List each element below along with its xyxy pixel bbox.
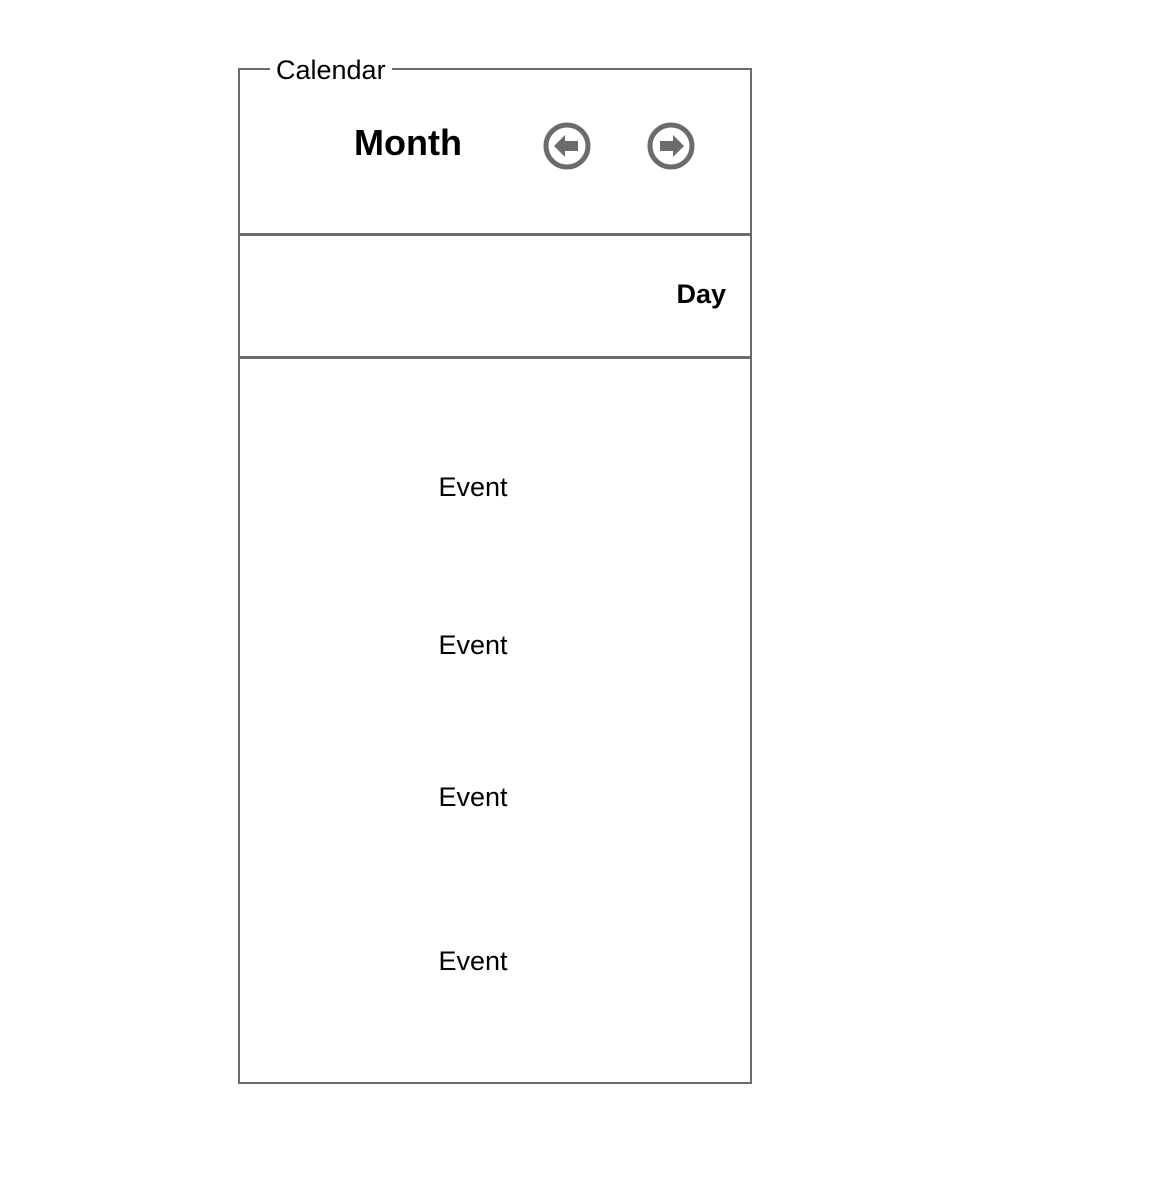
month-header: Month [240, 70, 750, 236]
event-item[interactable]: Event [240, 946, 706, 976]
event-item[interactable]: Event [240, 472, 706, 502]
day-title: Day [676, 279, 726, 309]
month-title: Month [354, 122, 462, 163]
day-header: Day [240, 236, 750, 359]
calendar-fieldset: Calendar Month Day Event Event Event Eve… [238, 55, 752, 1084]
previous-month-button[interactable] [542, 121, 592, 171]
arrow-left-circle-icon [543, 122, 591, 170]
events-list: Event Event Event Event [240, 359, 750, 1082]
event-item[interactable]: Event [240, 782, 706, 812]
arrow-right-circle-icon [647, 122, 695, 170]
event-item[interactable]: Event [240, 630, 706, 660]
next-month-button[interactable] [646, 121, 696, 171]
